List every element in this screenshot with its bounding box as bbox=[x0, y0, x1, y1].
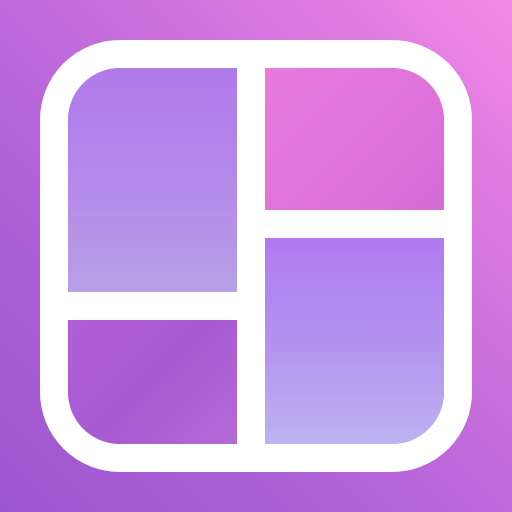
collage-tile-top-right bbox=[265, 68, 444, 210]
collage-tile-bottom-left bbox=[68, 320, 237, 444]
collage-tile-bottom-right bbox=[265, 238, 444, 444]
collage-grid-icon bbox=[40, 40, 472, 472]
frame-divider-right-horizontal bbox=[265, 210, 444, 238]
collage-tile-top-left bbox=[68, 68, 237, 292]
frame-divider-vertical bbox=[237, 68, 265, 444]
frame-divider-left-horizontal bbox=[68, 292, 237, 320]
app-icon-background bbox=[0, 0, 512, 512]
